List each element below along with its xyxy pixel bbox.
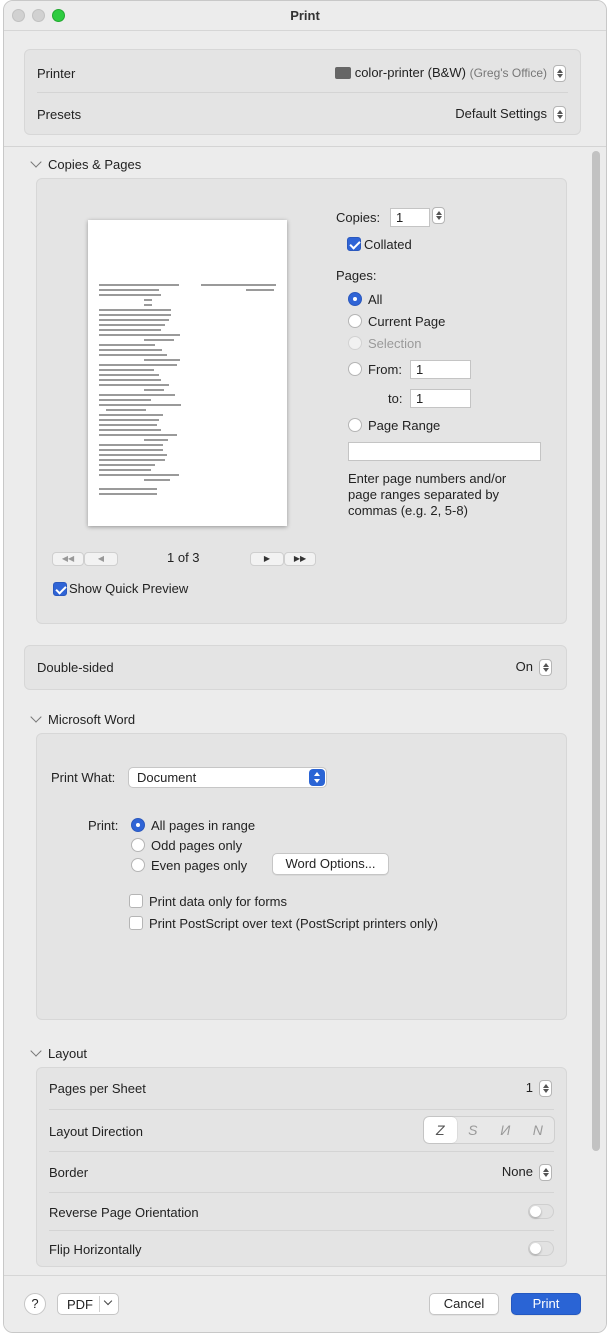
pages-from-label: From: — [368, 362, 402, 377]
show-quick-preview-label: Show Quick Preview — [69, 581, 189, 596]
print-what-select[interactable]: Document — [128, 767, 327, 788]
collated-label: Collated — [364, 237, 412, 252]
copies-input[interactable]: 1 — [390, 208, 430, 227]
divider — [49, 1109, 554, 1110]
print-postscript-checkbox[interactable] — [129, 916, 143, 930]
divider — [49, 1230, 554, 1231]
border-label: Border — [49, 1165, 89, 1180]
from-input[interactable]: 1 — [410, 360, 471, 379]
double-sided-popup[interactable]: On — [516, 659, 552, 677]
help-button[interactable]: ? — [24, 1293, 46, 1315]
bottom-bar: ? PDF Cancel Print — [4, 1275, 606, 1332]
last-page-button[interactable]: ▶▶ — [284, 552, 316, 566]
printer-popup[interactable]: color-printer (B&W) (Greg's Office) — [334, 65, 566, 83]
print-postscript-label: Print PostScript over text (PostScript p… — [149, 916, 438, 931]
printer-icon — [334, 66, 351, 79]
divider — [49, 1151, 554, 1152]
pages-per-sheet-popup[interactable]: 1 — [526, 1080, 552, 1098]
copies-label: Copies: — [336, 210, 381, 225]
show-quick-preview-checkbox[interactable] — [53, 582, 67, 596]
layout-n-icon[interactable]: N — [522, 1117, 555, 1143]
divider — [37, 92, 568, 93]
to-input[interactable]: 1 — [410, 389, 471, 408]
pages-label: Pages: — [336, 268, 377, 283]
all-pages-in-range-radio[interactable] — [131, 818, 145, 832]
page-range-label: Page Range — [368, 418, 441, 433]
pages-all-radio[interactable] — [348, 292, 362, 306]
printer-name: color-printer (B&W) — [354, 65, 466, 80]
page-indicator: 1 of 3 — [167, 550, 200, 565]
print-what-label: Print What: — [51, 770, 116, 785]
double-sided-box: Double-sided On — [24, 645, 567, 690]
to-label: to: — [388, 391, 403, 406]
divider — [49, 1192, 554, 1193]
word-options-button[interactable]: Word Options... — [272, 853, 389, 875]
print-label: Print: — [88, 818, 119, 833]
presets-value: Default Settings — [455, 106, 547, 121]
window-title: Print — [290, 8, 320, 23]
presets-stepper-icon — [553, 106, 566, 124]
odd-pages-label: Odd pages only — [151, 838, 243, 853]
print-button[interactable]: Print — [511, 1293, 581, 1315]
presets-popup[interactable]: Default Settings — [455, 106, 566, 124]
all-pages-in-range-label: All pages in range — [151, 818, 256, 833]
pages-from-radio[interactable] — [348, 362, 362, 376]
even-pages-radio[interactable] — [131, 858, 145, 872]
pdf-menu-button[interactable]: PDF — [57, 1293, 119, 1315]
layout-panel: Pages per Sheet 1 Layout Direction Z S И… — [36, 1067, 567, 1267]
first-page-button[interactable]: ◀◀ — [52, 552, 84, 566]
printer-presets-box: Printer color-printer (B&W) (Greg's Offi… — [24, 49, 581, 135]
title-bar: Print — [4, 1, 606, 31]
popup-arrows-icon — [309, 769, 325, 786]
pages-current-label: Current Page — [368, 314, 446, 329]
layout-n-reverse-icon[interactable]: И — [489, 1117, 522, 1143]
print-forms-checkbox[interactable] — [129, 894, 143, 908]
presets-label: Presets — [37, 107, 82, 122]
microsoft-word-header[interactable]: Microsoft Word — [26, 711, 135, 727]
even-pages-label: Even pages only — [151, 858, 248, 873]
page-range-radio[interactable] — [348, 418, 362, 432]
layout-direction-control[interactable]: Z S И N — [423, 1116, 555, 1144]
chevron-down-icon — [30, 711, 42, 723]
printer-stepper-icon — [553, 65, 566, 83]
print-dialog: Print Printer color-printer (B&W) (Greg'… — [3, 0, 607, 1333]
pages-all-label: All — [368, 292, 383, 307]
border-stepper-icon — [539, 1164, 552, 1182]
collated-checkbox[interactable] — [347, 237, 361, 251]
divider — [4, 146, 606, 147]
chevron-down-icon — [103, 1296, 113, 1306]
page-range-input[interactable] — [348, 442, 541, 461]
layout-direction-label: Layout Direction — [49, 1124, 143, 1139]
pages-per-sheet-label: Pages per Sheet — [49, 1081, 146, 1096]
pages-current-radio[interactable] — [348, 314, 362, 328]
reverse-orientation-label: Reverse Page Orientation — [49, 1205, 199, 1220]
odd-pages-radio[interactable] — [131, 838, 145, 852]
reverse-orientation-toggle[interactable] — [528, 1204, 554, 1219]
next-page-button[interactable]: ▶ — [250, 552, 284, 566]
printer-location: (Greg's Office) — [469, 66, 547, 80]
page-preview — [88, 220, 287, 526]
layout-header[interactable]: Layout — [26, 1045, 87, 1061]
copies-stepper[interactable] — [432, 207, 445, 224]
cancel-button[interactable]: Cancel — [429, 1293, 499, 1315]
flip-horizontally-toggle[interactable] — [528, 1241, 554, 1256]
layout-s-reverse-icon[interactable]: S — [457, 1117, 490, 1143]
border-popup[interactable]: None — [502, 1164, 552, 1182]
chevron-down-icon — [30, 1045, 42, 1057]
pages-per-sheet-stepper-icon — [539, 1080, 552, 1098]
printer-label: Printer — [37, 66, 76, 81]
double-sided-stepper-icon — [539, 659, 552, 677]
page-range-help-text: Enter page numbers and/or page ranges se… — [348, 471, 507, 518]
print-forms-label: Print data only for forms — [149, 894, 287, 909]
pages-selection-radio[interactable] — [348, 336, 362, 350]
flip-horizontally-label: Flip Horizontally — [49, 1242, 142, 1257]
copies-pages-header[interactable]: Copies & Pages — [26, 156, 141, 172]
scrollbar[interactable] — [592, 151, 600, 1151]
pages-selection-label: Selection — [368, 336, 422, 351]
chevron-down-icon — [30, 156, 42, 168]
previous-page-button[interactable]: ◀ — [84, 552, 118, 566]
double-sided-label: Double-sided — [37, 660, 114, 675]
layout-z-icon[interactable]: Z — [424, 1117, 457, 1143]
